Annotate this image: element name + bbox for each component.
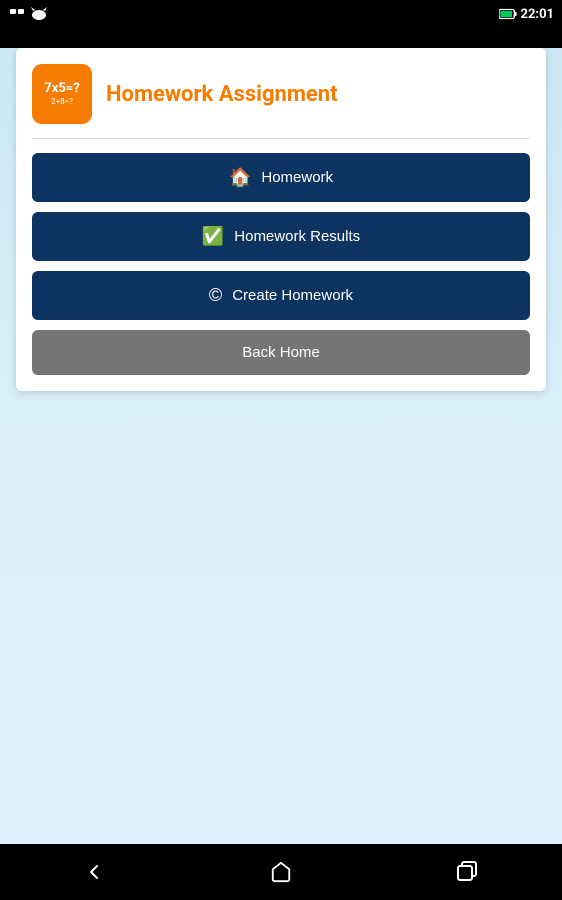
app-icon-line1: 7x5=? — [44, 82, 79, 96]
battery-icon — [499, 5, 517, 23]
cat-icon — [30, 5, 48, 23]
status-bar: 22:01 — [0, 0, 562, 28]
homework-label: Homework — [261, 169, 333, 186]
card-title: Homework Assignment — [106, 82, 338, 107]
main-card: 7x5=? 2+8=? Homework Assignment 🏠 Homewo… — [16, 48, 546, 391]
create-icon: © — [209, 285, 222, 306]
results-icon: ✅ — [202, 226, 224, 247]
homework-results-label: Homework Results — [234, 228, 360, 245]
create-homework-label: Create Homework — [232, 287, 353, 304]
back-home-label: Back Home — [242, 344, 320, 361]
homework-button[interactable]: 🏠 Homework — [32, 153, 530, 202]
main-screen: 7x5=? 2+8=? Homework Assignment 🏠 Homewo… — [0, 48, 562, 892]
back-nav-button[interactable] — [64, 852, 124, 892]
back-home-button[interactable]: Back Home — [32, 330, 530, 375]
navigation-bar — [0, 844, 562, 900]
homework-icon: 🏠 — [229, 167, 251, 188]
status-bar-left — [8, 5, 48, 23]
notification-icon — [8, 5, 26, 23]
card-header: 7x5=? 2+8=? Homework Assignment — [32, 64, 530, 124]
recent-nav-button[interactable] — [438, 852, 498, 892]
status-bar-right: 22:01 — [499, 5, 555, 23]
home-nav-button[interactable] — [251, 852, 311, 892]
app-icon-line2: 2+8=? — [51, 97, 73, 106]
header-divider — [32, 138, 530, 139]
homework-results-button[interactable]: ✅ Homework Results — [32, 212, 530, 261]
app-icon: 7x5=? 2+8=? — [32, 64, 92, 124]
time-display: 22:01 — [521, 7, 555, 22]
create-homework-button[interactable]: © Create Homework — [32, 271, 530, 320]
